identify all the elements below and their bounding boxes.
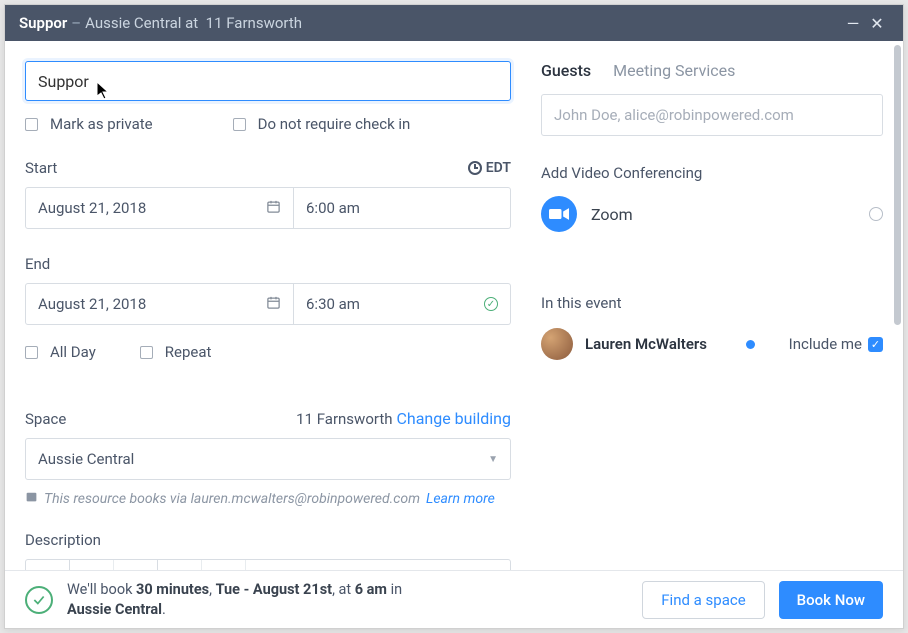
start-date-input[interactable]: August 21, 2018	[25, 187, 294, 229]
left-column: Mark as private Do not require check in …	[5, 41, 525, 570]
description-toolbar: B I	[25, 559, 511, 570]
booking-note: This resource books via lauren.mcwalters…	[25, 490, 511, 507]
guest-name: Lauren McWalters	[585, 335, 734, 353]
change-building-link[interactable]: Change building	[396, 409, 511, 428]
calendar-icon	[25, 490, 38, 507]
all-day-box[interactable]	[25, 346, 38, 359]
italic-button[interactable]: I	[114, 560, 158, 570]
end-date-input[interactable]: August 21, 2018	[25, 283, 294, 325]
description-label: Description	[25, 531, 511, 549]
availability-ok-icon: ✓	[484, 297, 498, 311]
all-day-checkbox[interactable]: All Day	[25, 343, 96, 361]
zoom-option[interactable]: Zoom	[541, 196, 883, 232]
video-conf-label: Add Video Conferencing	[541, 164, 883, 182]
location-name: 11 Farnsworth	[206, 14, 302, 32]
repeat-label: Repeat	[165, 343, 212, 361]
mark-private-box[interactable]	[25, 118, 38, 131]
space-select[interactable]: Aussie Central ▼	[25, 438, 511, 480]
code-view-button[interactable]	[26, 560, 70, 570]
learn-more-link[interactable]: Learn more	[426, 491, 495, 507]
include-me-toggle[interactable]: Include me ✓	[789, 335, 883, 353]
location-prefix: Aussie Central at	[85, 14, 198, 32]
footer: We'll book 30 minutes, Tue - August 21st…	[5, 570, 903, 628]
no-checkin-box[interactable]	[233, 118, 246, 131]
right-tabs: Guests Meeting Services	[541, 61, 883, 80]
start-date-value: August 21, 2018	[38, 199, 146, 217]
zoom-icon	[541, 196, 577, 232]
end-date-value: August 21, 2018	[38, 295, 146, 313]
guest-row: Lauren McWalters Include me ✓	[541, 328, 883, 360]
summary-time: 6 am	[355, 581, 387, 598]
title-separator: –	[71, 14, 81, 32]
space-value: Aussie Central	[38, 450, 134, 468]
start-label: Start	[25, 159, 57, 177]
summary-room: Aussie Central	[67, 601, 162, 618]
book-now-button[interactable]: Book Now	[779, 581, 883, 619]
bullet-list-button[interactable]	[158, 560, 202, 570]
include-me-checkbox[interactable]: ✓	[868, 337, 883, 352]
status-dot-icon	[746, 340, 755, 349]
find-space-button[interactable]: Find a space	[642, 581, 764, 619]
booking-ok-icon	[25, 586, 53, 614]
chevron-down-icon: ▼	[488, 454, 498, 465]
bold-button[interactable]: B	[70, 560, 114, 570]
summary-prefix: We'll book	[67, 581, 136, 598]
right-column: Guests Meeting Services Add Video Confer…	[525, 41, 903, 570]
numbered-list-button[interactable]	[202, 560, 246, 570]
in-event-label: In this event	[541, 294, 883, 312]
clock-icon	[468, 161, 482, 175]
mark-private-label: Mark as private	[50, 115, 153, 133]
end-time-input[interactable]: 6:30 am ✓	[294, 283, 511, 325]
end-label-row: End	[25, 255, 511, 273]
note-prefix: This resource books via	[44, 491, 187, 507]
dialog-body: Mark as private Do not require check in …	[5, 41, 903, 570]
zoom-label: Zoom	[591, 205, 855, 224]
start-time-input[interactable]: 6:00 am	[294, 187, 511, 229]
event-title-input[interactable]	[25, 61, 511, 101]
summary-date: Tue - August 21st	[216, 581, 332, 598]
avatar	[541, 328, 573, 360]
repeat-checkbox[interactable]: Repeat	[140, 343, 212, 361]
building-name: 11 Farnsworth	[296, 410, 392, 428]
no-checkin-label: Do not require check in	[258, 115, 411, 133]
timezone-selector[interactable]: EDT	[468, 160, 511, 176]
repeat-box[interactable]	[140, 346, 153, 359]
calendar-icon	[266, 295, 281, 314]
tab-guests[interactable]: Guests	[541, 61, 591, 80]
note-email: lauren.mcwalters@robinpowered.com	[191, 491, 420, 507]
include-me-label: Include me	[789, 335, 862, 353]
calendar-icon	[266, 199, 281, 218]
booking-summary: We'll book 30 minutes, Tue - August 21st…	[67, 580, 402, 619]
end-time-value: 6:30 am	[306, 295, 360, 313]
summary-duration: 30 minutes	[136, 581, 209, 598]
scrollbar[interactable]	[894, 45, 901, 325]
start-label-row: Start EDT	[25, 159, 511, 177]
titlebar: Suppor – Aussie Central at 11 Farnsworth…	[5, 5, 903, 41]
guest-input[interactable]	[541, 94, 883, 136]
timezone-label: EDT	[486, 160, 511, 176]
end-label: End	[25, 255, 50, 273]
window-title: Suppor	[19, 14, 67, 32]
no-checkin-checkbox[interactable]: Do not require check in	[233, 115, 411, 133]
close-icon[interactable]: ✕	[865, 14, 889, 33]
start-time-value: 6:00 am	[306, 199, 360, 217]
minimize-icon[interactable]: —	[841, 14, 865, 33]
mark-private-checkbox[interactable]: Mark as private	[25, 115, 153, 133]
all-day-label: All Day	[50, 343, 96, 361]
event-dialog: Suppor – Aussie Central at 11 Farnsworth…	[4, 4, 904, 629]
space-label: Space	[25, 410, 66, 428]
tab-meeting-services[interactable]: Meeting Services	[613, 61, 735, 80]
window-location: Aussie Central at 11 Farnsworth	[85, 14, 302, 32]
zoom-radio[interactable]	[869, 207, 883, 221]
